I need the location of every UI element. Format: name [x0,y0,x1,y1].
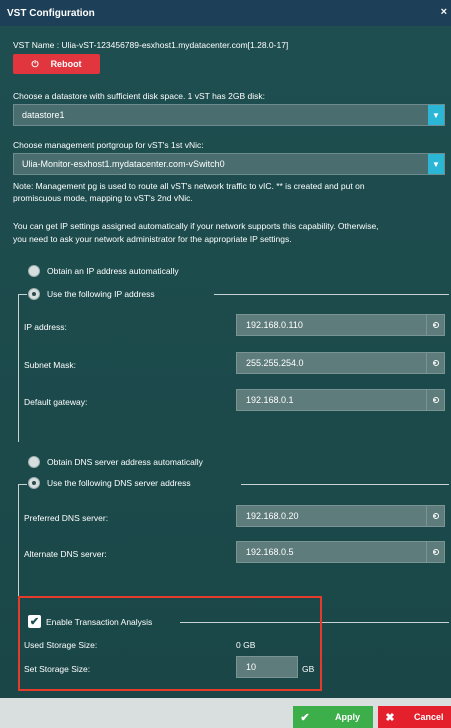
preferred-dns-value: 192.168.0.20 [246,511,299,521]
cancel-button[interactable]: ✖ Cancel [378,706,451,728]
set-storage-label: Set Storage Size: [24,664,91,674]
ip-address-input[interactable]: 192.168.0.110 [236,314,445,336]
alternate-dns-input[interactable]: 192.168.0.5 [236,541,445,563]
reboot-button[interactable]: ⏻ Reboot [13,54,100,74]
checkmark-icon: ✔ [300,711,310,724]
portgroup-note-line2: promiscuous mode, mapping to vST's 2nd v… [13,193,193,203]
location-pin-icon [426,315,444,335]
set-storage-input[interactable]: 10 [236,656,298,678]
subnet-label: Subnet Mask: [24,360,76,370]
preferred-dns-label: Preferred DNS server: [24,513,109,523]
chevron-down-icon[interactable]: ▼ [428,105,444,125]
ip-info-line2: you need to ask your network administrat… [13,234,292,244]
enable-transaction-checkbox[interactable]: ✔ [28,615,41,628]
datastore-value: datastore1 [22,110,65,120]
ip-fieldset-top-left [18,294,27,295]
close-icon: ✖ [385,711,395,724]
radio-use-ip[interactable] [28,288,40,300]
location-pin-icon [426,390,444,410]
used-storage-label: Used Storage Size: [24,640,98,650]
vst-name-text: VST Name : Ulia-vST-123456789-esxhost1.m… [13,40,289,50]
enable-transaction-label: Enable Transaction Analysis [46,617,153,627]
radio-obtain-dns[interactable] [28,456,40,468]
subnet-input[interactable]: 255.255.254.0 [236,352,445,374]
ip-info-line1: You can get IP settings assigned automat… [13,221,379,231]
ip-fieldset-top-right [214,294,449,295]
gateway-label: Default gateway: [24,397,88,407]
cancel-label: Cancel [414,712,444,722]
ip-fieldset-left [18,294,19,442]
power-icon: ⏻ [31,58,39,69]
dns-fieldset-top-left [18,484,27,485]
location-pin-icon [426,542,444,562]
close-icon[interactable]: × [441,6,447,18]
portgroup-value: Ulia-Monitor-esxhost1.mydatacenter.com-v… [22,159,225,169]
apply-button[interactable]: ✔ Apply [293,706,373,728]
reboot-label: Reboot [50,59,82,69]
set-storage-unit: GB [302,664,315,674]
alternate-dns-label: Alternate DNS server: [24,549,107,559]
datastore-label: Choose a datastore with sufficient disk … [13,91,265,101]
location-pin-icon [426,353,444,373]
portgroup-select[interactable]: Ulia-Monitor-esxhost1.mydatacenter.com-v… [13,153,445,175]
gateway-value: 192.168.0.1 [246,395,294,405]
window-titlebar: VST Configuration × [0,0,451,26]
use-dns-label: Use the following DNS server address [47,478,191,488]
ip-address-label: IP address: [24,322,67,332]
dns-fieldset-left [18,484,19,602]
chevron-down-icon[interactable]: ▼ [428,154,444,174]
obtain-ip-label: Obtain an IP address automatically [47,266,179,276]
used-storage-value: 0 GB [236,640,256,650]
preferred-dns-input[interactable]: 192.168.0.20 [236,505,445,527]
datastore-select[interactable]: datastore1 ▼ [13,104,445,126]
portgroup-note-line1: Note: Management pg is used to route all… [13,181,365,191]
apply-label: Apply [335,712,361,722]
gateway-input[interactable]: 192.168.0.1 [236,389,445,411]
alternate-dns-value: 192.168.0.5 [246,547,294,557]
obtain-dns-label: Obtain DNS server address automatically [47,457,203,467]
set-storage-value: 10 [246,662,257,672]
dns-fieldset-top-right [241,484,449,485]
location-pin-icon [426,506,444,526]
use-ip-label: Use the following IP address [47,289,155,299]
radio-obtain-ip[interactable] [28,265,40,277]
radio-use-dns[interactable] [28,477,40,489]
window-title: VST Configuration [7,7,95,19]
ip-address-value: 192.168.0.110 [246,320,303,330]
portgroup-label: Choose management portgroup for vST's 1s… [13,140,204,150]
subnet-value: 255.255.254.0 [246,358,304,368]
